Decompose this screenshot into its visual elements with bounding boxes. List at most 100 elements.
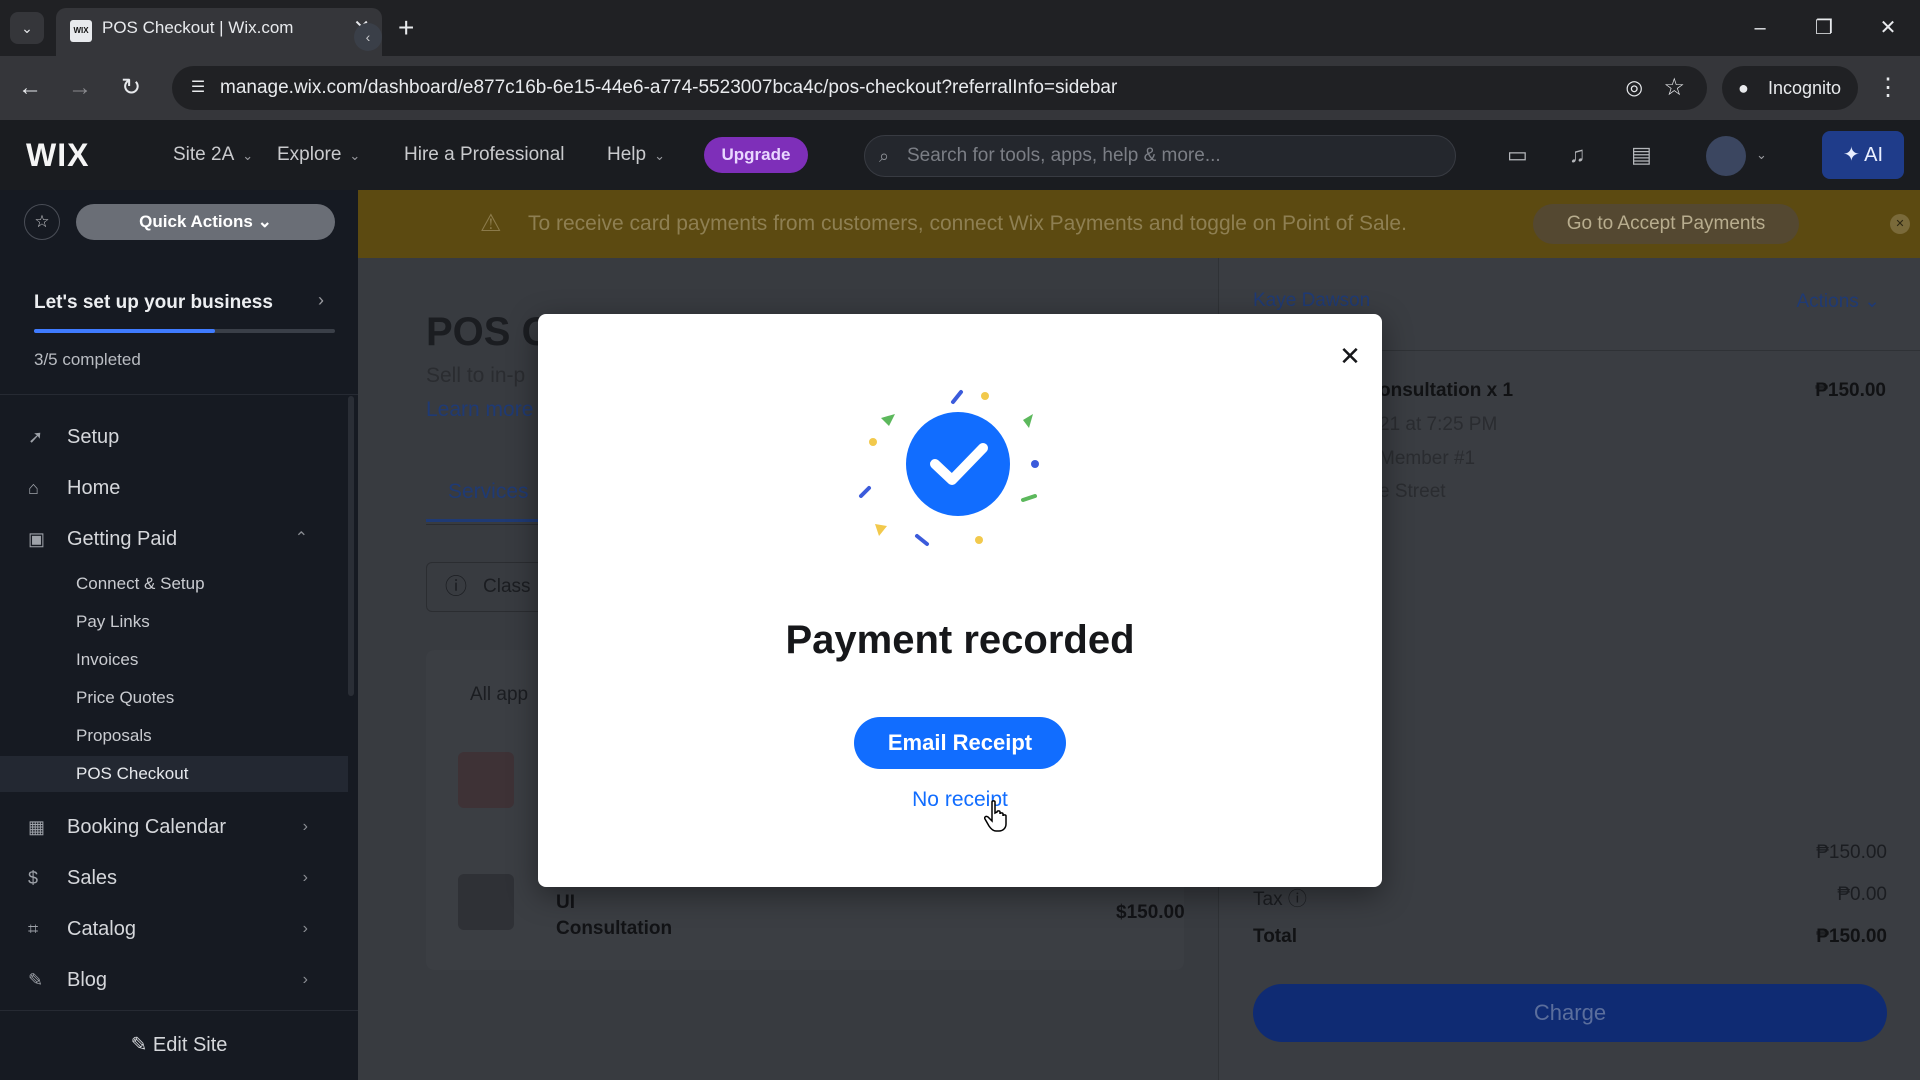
hand-cursor-icon (984, 800, 1007, 832)
actions-menu[interactable]: Actions ⌄ (1796, 290, 1880, 313)
eye-off-icon[interactable]: ◎ (1626, 74, 1643, 102)
edit-site-button[interactable]: ✎ Edit Site (0, 1020, 358, 1070)
list-filter-label[interactable]: All app (470, 684, 528, 706)
search-icon: ⌕ (879, 146, 890, 166)
minimize-icon[interactable]: – (1740, 10, 1780, 46)
notifications-bell-icon[interactable]: ♫ (1569, 120, 1586, 190)
help-menu[interactable]: Help ⌄ (607, 120, 665, 191)
window-close-icon[interactable]: ✕ (1868, 10, 1908, 46)
info-icon: ⓘ (445, 574, 468, 599)
new-tab-icon[interactable]: + (398, 10, 414, 46)
modal-title: Payment recorded (785, 618, 1135, 662)
sidebar-item-setup[interactable]: ➚ Setup (0, 414, 348, 460)
wix-logo[interactable]: WIX (26, 120, 89, 190)
tax-info-icon[interactable]: ⓘ (1288, 889, 1307, 910)
sidebar-subitem-pay-links[interactable]: Pay Links (0, 604, 348, 640)
chat-icon[interactable]: ▭ (1507, 120, 1528, 190)
service-name[interactable]: UI Consultation (556, 890, 672, 942)
chevron-down-icon[interactable]: ⌄ (1756, 120, 1767, 190)
warning-icon: ⚠ (480, 210, 502, 237)
total-row: Total ₱150.00 (1253, 926, 1887, 948)
total-label: Total (1253, 926, 1297, 947)
quick-actions-button[interactable]: Quick Actions ⌄ (76, 204, 335, 240)
email-receipt-button[interactable]: Email Receipt (854, 717, 1066, 769)
sidebar-item-getting-paid[interactable]: ▣ Getting Paid ⌃ (0, 516, 348, 562)
sidebar-item-booking-calendar[interactable]: ▦ Booking Calendar › (0, 804, 348, 850)
search-box[interactable]: ⌕ (864, 135, 1456, 177)
browser-tab-bar: ⌄ WIX POS Checkout | Wix.com ✕ + – ❐ ✕ (0, 0, 1920, 56)
chevron-right-icon: › (302, 818, 308, 835)
banner-text: To receive card payments from customers,… (528, 212, 1407, 235)
browser-tab[interactable]: WIX POS Checkout | Wix.com ✕ (56, 8, 382, 56)
reload-icon[interactable]: ↻ (113, 72, 149, 104)
upgrade-button[interactable]: Upgrade (704, 137, 808, 173)
explore-menu[interactable]: Explore ⌄ (277, 120, 360, 191)
charge-button[interactable]: Charge (1253, 984, 1887, 1042)
restore-icon[interactable]: ❐ (1804, 10, 1844, 46)
tax-label: Tax (1253, 889, 1283, 910)
omnibox[interactable]: ☰ manage.wix.com/dashboard/e877c16b-6e15… (172, 66, 1707, 110)
forward-icon[interactable]: → (62, 72, 98, 104)
setup-business-title[interactable]: Let's set up your business (34, 292, 273, 314)
payment-icon: ▣ (28, 529, 46, 549)
avatar[interactable] (1706, 136, 1746, 176)
tab-services[interactable]: Services (426, 472, 546, 522)
sidebar-subitem-pos-checkout[interactable]: POS Checkout (0, 756, 348, 792)
chevron-right-icon[interactable]: › (318, 290, 324, 311)
sidebar-item-blog[interactable]: ✎ Blog › (0, 957, 348, 1003)
go-to-accept-payments-button[interactable]: Go to Accept Payments (1533, 204, 1799, 244)
info-text: Class (483, 576, 531, 597)
sidebar-subitem-invoices[interactable]: Invoices (0, 642, 348, 678)
sidebar-subitem-price-quotes[interactable]: Price Quotes (0, 680, 348, 716)
subitem-label: Invoices (76, 650, 139, 669)
search-input[interactable] (907, 136, 1437, 176)
subitem-label: POS Checkout (76, 764, 189, 783)
ai-button[interactable]: ✦ AI (1822, 131, 1904, 179)
url-text[interactable]: manage.wix.com/dashboard/e877c16b-6e15-4… (220, 66, 1117, 110)
subitem-label: Proposals (76, 726, 152, 745)
order-item-price: ₱150.00 (1815, 380, 1886, 401)
sidebar-subitem-proposals[interactable]: Proposals (0, 718, 348, 754)
page-title: POS C (426, 310, 551, 354)
hire-professional-link[interactable]: Hire a Professional (404, 120, 565, 190)
site-settings-icon[interactable]: ☰ (184, 74, 212, 102)
sidebar-item-catalog[interactable]: ⌗ Catalog › (0, 906, 348, 952)
bookmark-star-icon[interactable]: ☆ (1663, 74, 1685, 102)
divider (0, 1010, 358, 1011)
service-price: $150.00 (1116, 902, 1185, 923)
tab-search-chevron-icon[interactable]: ⌄ (10, 12, 44, 44)
sidebar-item-label: Sales (67, 867, 118, 889)
chevron-down-icon: ⌄ (1864, 291, 1880, 312)
sidebar-item-sales[interactable]: $ Sales › (0, 855, 348, 901)
wix-favicon-icon: WIX (70, 20, 92, 42)
browser-menu-icon[interactable]: ⋮ (1876, 72, 1900, 104)
pen-icon: ✎ (28, 970, 44, 990)
incognito-badge[interactable]: ● Incognito (1722, 66, 1858, 110)
success-check-icon (859, 390, 1039, 546)
learn-more-link[interactable]: Learn more (426, 398, 533, 422)
no-receipt-link[interactable]: No receipt (538, 788, 1382, 812)
sidebar-item-label: Getting Paid (67, 528, 178, 550)
back-icon[interactable]: ← (12, 72, 48, 104)
quick-actions-label: Quick Actions (139, 212, 253, 231)
sidebar-item-home[interactable]: ⌂ Home (0, 465, 348, 511)
sidebar-item-label: Home (67, 477, 121, 499)
collapse-sidebar-icon[interactable]: ‹ (354, 23, 382, 51)
banner-close-icon[interactable]: ✕ (1890, 214, 1910, 234)
explore-label: Explore (277, 144, 342, 165)
close-icon[interactable]: ✕ (1334, 340, 1366, 372)
subtotal-value: ₱150.00 (1816, 842, 1887, 863)
address-bar: ← → ↻ ☰ manage.wix.com/dashboard/e877c16… (0, 56, 1920, 120)
order-item-meta: e Street (1379, 481, 1446, 502)
service-name-line: UI (556, 892, 575, 913)
setup-progress-bar (34, 329, 335, 333)
sidebar-scrollbar[interactable] (348, 396, 354, 696)
customer-name-link[interactable]: Kaye Dawson (1253, 290, 1370, 312)
favorites-star-icon[interactable]: ☆ (24, 204, 60, 240)
sidebar-item-label: Blog (67, 969, 108, 991)
ai-label: AI (1864, 144, 1884, 166)
sidebar-subitem-connect-setup[interactable]: Connect & Setup (0, 566, 348, 602)
news-icon[interactable]: ▤ (1631, 120, 1652, 190)
site-selector[interactable]: Site 2A ⌄ (173, 120, 253, 191)
dollar-icon: $ (28, 868, 39, 888)
